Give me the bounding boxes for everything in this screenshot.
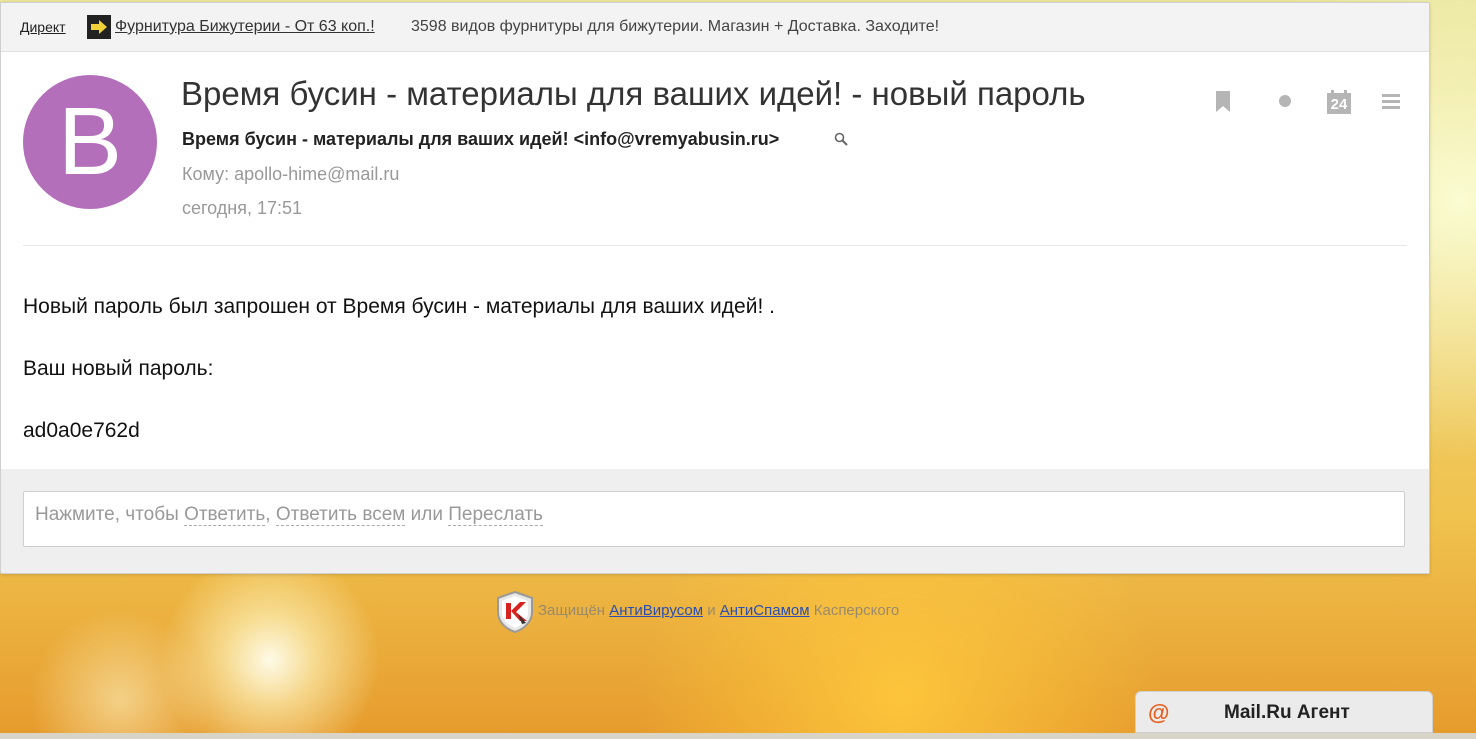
- direct-link[interactable]: Директ: [20, 19, 66, 35]
- body-line-2: Ваш новый пароль:: [23, 357, 214, 380]
- sender-name[interactable]: Время бусин - материалы для ваших идей! …: [182, 129, 779, 150]
- bookmark-icon[interactable]: [1211, 89, 1235, 113]
- sender-avatar: B: [23, 75, 157, 209]
- reply-all-link[interactable]: Ответить всем: [275, 504, 406, 526]
- search-icon[interactable]: [833, 131, 849, 147]
- agent-label: Mail.Ru Агент: [1224, 702, 1350, 723]
- message-date: сегодня, 17:51: [182, 198, 303, 218]
- agent-at-icon: @: [1148, 700, 1170, 725]
- recipient-address[interactable]: apollo-hime@mail.ru: [234, 164, 399, 184]
- reply-or: или: [410, 504, 443, 525]
- antivirus-link[interactable]: АнтиВирусом: [609, 602, 703, 619]
- forward-link[interactable]: Переслать: [448, 504, 543, 526]
- unread-dot-icon[interactable]: [1273, 89, 1297, 113]
- reply-area: Нажмите, чтобы Ответить, Ответить всем и…: [1, 469, 1429, 573]
- ad-description: 3598 видов фурнитуры для бижутерии. Мага…: [411, 18, 940, 35]
- body-line-1: Новый пароль был запрошен от Время бусин…: [23, 295, 775, 318]
- reply-comma: ,: [265, 504, 271, 525]
- header-divider: [23, 245, 1407, 246]
- calendar-icon[interactable]: 24: [1326, 89, 1352, 115]
- kaspersky-suffix: Касперского: [813, 602, 900, 619]
- kaspersky-and: и: [707, 602, 716, 619]
- message-card: Директ Фурнитура Бижутерии - От 63 коп.!…: [0, 2, 1430, 574]
- menu-icon[interactable]: [1379, 89, 1403, 113]
- recipient-row: Кому: apollo-hime@mail.ru: [182, 164, 399, 185]
- arrow-right-icon: [87, 15, 111, 39]
- kaspersky-shield-icon: [497, 590, 533, 634]
- kaspersky-text: Защищён АнтиВирусом и АнтиСпамом Касперс…: [538, 602, 899, 619]
- to-label: Кому:: [182, 164, 230, 184]
- new-password: ad0a0e762d: [23, 419, 140, 442]
- mailru-agent-tab[interactable]: @ Mail.Ru Агент: [1135, 691, 1433, 733]
- antispam-link[interactable]: АнтиСпамом: [720, 602, 810, 619]
- message-subject: Время бусин - материалы для ваших идей! …: [181, 75, 1086, 112]
- ad-bar: Директ Фурнитура Бижутерии - От 63 коп.!…: [1, 3, 1429, 52]
- reply-link[interactable]: Ответить: [184, 504, 266, 526]
- ad-title-link[interactable]: Фурнитура Бижутерии - От 63 коп.!: [115, 18, 375, 36]
- quick-reply-box[interactable]: Нажмите, чтобы Ответить, Ответить всем и…: [23, 491, 1405, 547]
- calendar-day: 24: [1330, 96, 1348, 113]
- bottom-scroll-strip: [0, 733, 1476, 739]
- kaspersky-prefix: Защищён: [538, 602, 606, 619]
- reply-prefix: Нажмите, чтобы: [35, 504, 179, 525]
